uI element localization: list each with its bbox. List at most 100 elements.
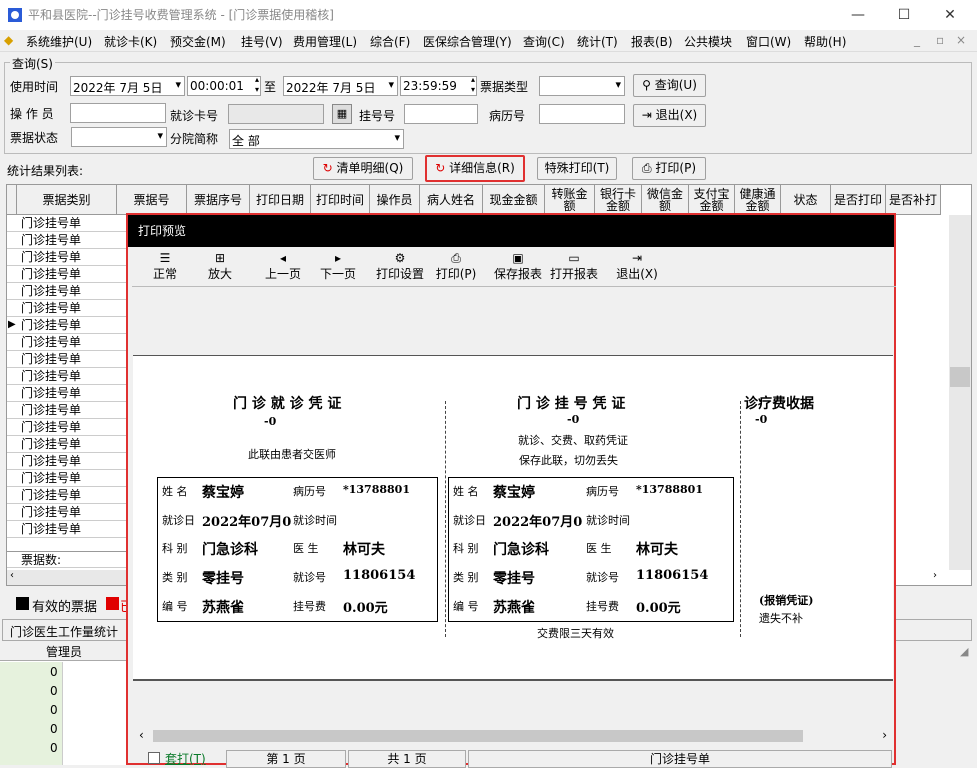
table-row[interactable]: 门诊挂号单 (7, 334, 127, 351)
grid-hscroll[interactable]: ‹ (7, 570, 127, 585)
col-header[interactable]: 状态 (781, 185, 831, 215)
table-row[interactable]: 门诊挂号单 (7, 521, 127, 538)
col-header[interactable]: 银行卡金额 (595, 185, 642, 215)
col-header[interactable]: 票据序号 (187, 185, 250, 215)
col-header[interactable]: 是否补打 (886, 185, 941, 215)
table-row[interactable]: 门诊挂号单 (7, 300, 127, 317)
doctor: 林可夫 (636, 542, 678, 558)
table-row[interactable]: 门诊挂号单 (7, 419, 127, 436)
tool-open[interactable]: ▭ 打开报表 (548, 251, 600, 285)
reprint-label[interactable]: 套打(T) (165, 750, 206, 767)
menu-item[interactable]: 医保综合管理(Y) (423, 33, 512, 50)
tool-zoom[interactable]: ⊞ 放大 (195, 251, 245, 285)
col-header[interactable]: 票据号 (117, 185, 187, 215)
receipt-foot: 交费限三天有效 (537, 627, 614, 640)
date-from-picker[interactable]: 2022年 7月 5日 (70, 76, 185, 96)
col-header[interactable]: 操作员 (370, 185, 420, 215)
table-row[interactable]: 门诊挂号单 (7, 317, 127, 334)
table-row[interactable]: 门诊挂号单 (7, 215, 127, 232)
col-header[interactable]: 打印时间 (311, 185, 370, 215)
table-row[interactable]: 门诊挂号单 (7, 232, 127, 249)
tool-exit[interactable]: ⇥ 退出(X) (612, 251, 662, 285)
date-to-picker[interactable]: 2022年 7月 5日 (283, 76, 398, 96)
ticket-type-label: 票据类型 (480, 80, 529, 94)
preview-hscroll[interactable]: ‹ › (133, 727, 893, 745)
col-header[interactable]: 支付宝金额 (689, 185, 735, 215)
query-button[interactable]: ⚲ 查询(U) (633, 74, 706, 97)
reg-input[interactable] (404, 104, 478, 124)
card-label: 就诊卡号 (170, 109, 219, 123)
status-doc: 门诊挂号单 (468, 750, 892, 768)
close-icon[interactable]: ✕ (927, 0, 973, 30)
table-row[interactable]: 门诊挂号单 (7, 385, 127, 402)
menu-item[interactable]: 就诊卡(K) (104, 33, 157, 50)
table-row[interactable]: 门诊挂号单 (7, 402, 127, 419)
menu-item[interactable]: 帮助(H) (804, 33, 846, 50)
card-input[interactable] (228, 104, 324, 124)
tool-next[interactable]: ▸ 下一页 (313, 251, 363, 285)
tool-print-setup[interactable]: ⚙ 打印设置 (374, 251, 426, 285)
minimize-icon[interactable]: — (835, 0, 881, 30)
table-row[interactable]: 门诊挂号单 (7, 266, 127, 283)
resize-grip-icon[interactable]: ◢ (960, 645, 968, 658)
mdi-minimize-icon[interactable]: _ (914, 33, 920, 47)
visit-date: 2022年07月0 (493, 515, 583, 530)
time-to-input[interactable]: 23:59:59 ▴ ▾ (400, 75, 477, 96)
col-header[interactable]: 是否打印 (831, 185, 886, 215)
operator-input[interactable] (70, 103, 166, 123)
table-row[interactable]: 门诊挂号单 (7, 453, 127, 470)
bottom-cell: 0 (50, 722, 58, 736)
ticket-type-select[interactable] (539, 76, 625, 96)
mdi-close-icon[interactable]: × (956, 33, 966, 47)
list-detail-button[interactable]: ↻ 清单明细(Q) (313, 157, 413, 180)
tool-print[interactable]: ⎙ 打印(P) (431, 251, 481, 285)
maximize-icon[interactable]: ☐ (881, 0, 927, 30)
col-header[interactable]: 打印日期 (250, 185, 311, 215)
table-row[interactable]: 门诊挂号单 (7, 283, 127, 300)
col-header[interactable]: 票据类别 (17, 185, 117, 215)
col-header[interactable]: 现金金额 (483, 185, 545, 215)
tool-normal[interactable]: ☰ 正常 (140, 251, 190, 285)
col-header[interactable]: 转账金额 (545, 185, 595, 215)
grid-vscroll[interactable] (949, 215, 971, 570)
menu-item[interactable]: 挂号(V) (241, 33, 283, 50)
branch-select[interactable]: 全 部 (229, 129, 404, 149)
menu-item[interactable]: 公共模块 (684, 33, 732, 50)
menu-item[interactable]: 综合(F) (370, 33, 410, 50)
menu-item[interactable]: 统计(T) (577, 33, 618, 50)
time-from-input[interactable]: 00:00:01 ▴ ▾ (187, 75, 261, 96)
menu-item[interactable]: 预交金(M) (170, 33, 226, 50)
detail-info-button[interactable]: ↻ 详细信息(R) (425, 155, 525, 182)
reprint-checkbox[interactable] (148, 752, 160, 764)
menu-item[interactable]: 系统维护(U) (26, 33, 92, 50)
col-header[interactable]: 健康通金额 (735, 185, 781, 215)
table-row[interactable]: 门诊挂号单 (7, 487, 127, 504)
menu-item[interactable]: 窗口(W) (746, 33, 791, 50)
tool-save[interactable]: ▣ 保存报表 (492, 251, 544, 285)
menu-item[interactable]: 查询(C) (523, 33, 565, 50)
table-row[interactable]: 门诊挂号单 (7, 504, 127, 521)
table-row[interactable]: 门诊挂号单 (7, 470, 127, 487)
menu-item[interactable]: 费用管理(L) (293, 33, 357, 50)
table-row[interactable]: 门诊挂号单 (7, 368, 127, 385)
col-header[interactable]: 病人姓名 (420, 185, 483, 215)
refresh-icon: ↻ (322, 161, 333, 175)
menu-item[interactable]: 报表(B) (631, 33, 673, 50)
table-row[interactable]: 门诊挂号单 (7, 351, 127, 368)
tool-prev[interactable]: ◂ 上一页 (258, 251, 308, 285)
receipt-title: 门 诊 挂 号 凭 证 (517, 396, 626, 412)
card-read-icon[interactable]: ▦ (332, 104, 352, 124)
status-select[interactable] (71, 127, 167, 147)
tab-doctor-workload[interactable]: 门诊医生工作量统计 (10, 623, 118, 640)
record-input[interactable] (539, 104, 625, 124)
special-print-button[interactable]: 特殊打印(T) (537, 157, 617, 180)
mdi-restore-icon[interactable]: ▫ (936, 33, 944, 47)
scroll-thumb[interactable] (950, 367, 970, 387)
table-row[interactable]: 门诊挂号单 (7, 436, 127, 453)
hscroll-right-icon[interactable]: › (933, 570, 947, 585)
col-header[interactable]: 微信金额 (642, 185, 689, 215)
print-button[interactable]: ⎙ 打印(P) (632, 157, 706, 180)
table-row[interactable]: 门诊挂号单 (7, 249, 127, 266)
exit-button[interactable]: ⇥ 退出(X) (633, 104, 706, 127)
prev-page-icon: ◂ (279, 251, 287, 265)
